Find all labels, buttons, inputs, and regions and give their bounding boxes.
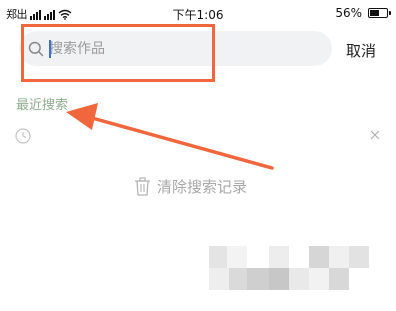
recent-searches-title: 最近搜索 — [16, 98, 69, 113]
battery-percent: 56% — [335, 6, 362, 20]
annotation-highlight-box — [21, 24, 215, 82]
recent-search-item[interactable] — [14, 126, 384, 148]
pixelated-region — [209, 246, 369, 290]
clock-icon — [15, 128, 31, 144]
status-bar: 郑出 下午1:06 56% — [0, 0, 396, 26]
trash-icon — [135, 177, 150, 196]
status-right: 56% — [335, 6, 391, 20]
battery-icon — [368, 8, 391, 18]
cancel-button[interactable]: 取消 — [346, 40, 376, 61]
clear-history-button[interactable]: 清除搜索记录 — [134, 176, 247, 197]
clear-history-label: 清除搜索记录 — [157, 178, 248, 196]
close-icon[interactable] — [368, 128, 382, 142]
